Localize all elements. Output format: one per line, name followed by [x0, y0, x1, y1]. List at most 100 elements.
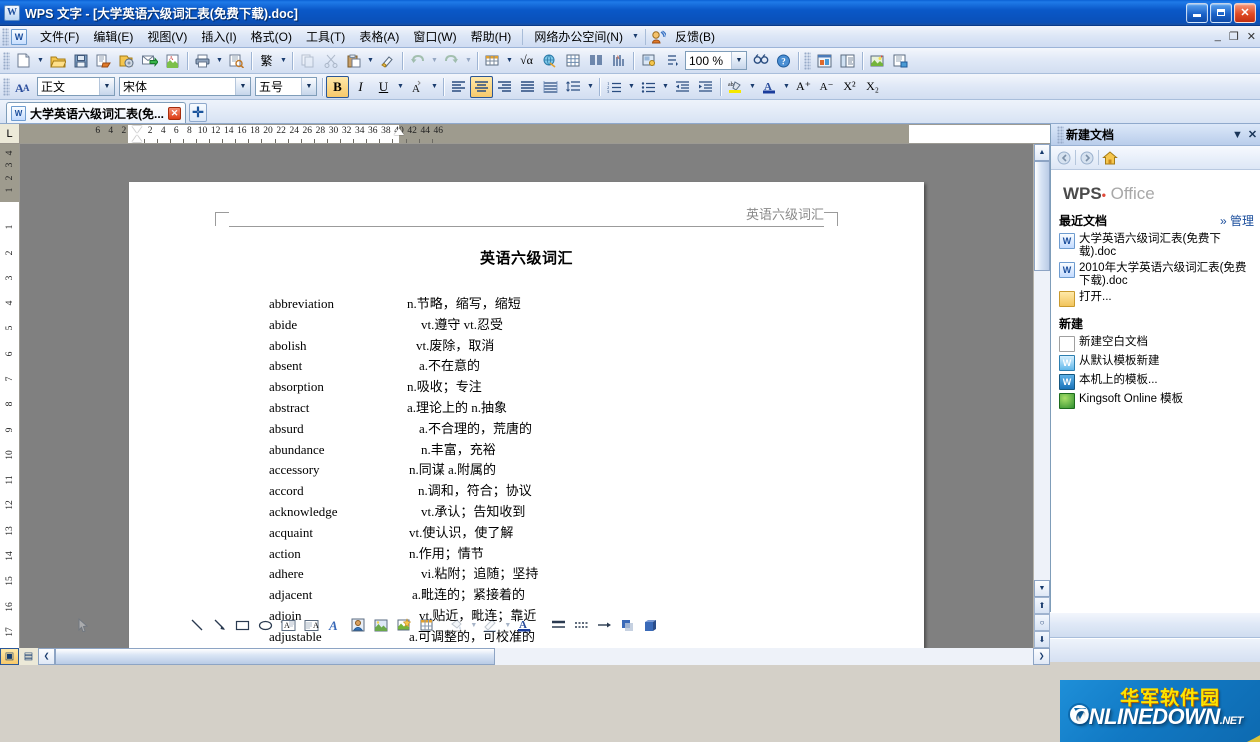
insert-diagram-tool[interactable] [346, 614, 369, 636]
numbered-list-dropdown-icon[interactable]: ▼ [626, 76, 637, 98]
menu-window[interactable]: 窗口(W) [406, 25, 463, 48]
vertical-text-box-tool[interactable]: A [300, 614, 323, 636]
decrease-indent-button[interactable] [671, 76, 694, 98]
menu-file[interactable]: 文件(F) [33, 25, 86, 48]
task-pane-dropdown-icon[interactable]: ▼ [1230, 129, 1245, 141]
doc-close-button[interactable]: ✕ [1247, 30, 1256, 43]
paste-dropdown-icon[interactable]: ▼ [365, 50, 376, 72]
task-pane-grip[interactable] [1057, 125, 1064, 144]
copy-button[interactable] [296, 50, 319, 72]
save-button[interactable] [69, 50, 92, 72]
redo-button[interactable] [440, 50, 463, 72]
chevron-down-icon[interactable]: ▼ [630, 26, 641, 48]
zoom-dropdown-icon[interactable]: ▼ [731, 52, 746, 69]
menu-view[interactable]: 视图(V) [140, 25, 194, 48]
undo-button[interactable] [406, 50, 429, 72]
line-style-tool[interactable] [547, 614, 570, 636]
bulleted-list-dropdown-icon[interactable]: ▼ [660, 76, 671, 98]
insert-formula-button[interactable]: √α [515, 50, 538, 72]
doc-restore-button[interactable]: ❐ [1229, 30, 1239, 43]
menu-grip[interactable] [2, 27, 9, 46]
subscript-button[interactable]: X₂ [861, 76, 884, 98]
forward-icon[interactable] [1079, 150, 1095, 166]
align-left-button[interactable] [447, 76, 470, 98]
columns-button[interactable] [584, 50, 607, 72]
oval-tool[interactable] [254, 614, 277, 636]
vocabulary-list[interactable]: abbreviation n.节略，缩写，缩短 abide vt.遵守 vt.忍受 ab… [269, 294, 924, 648]
horizontal-scroll-thumb[interactable] [55, 647, 495, 665]
line-tool[interactable] [185, 614, 208, 636]
outline-view-button[interactable]: ▤ [19, 648, 38, 665]
insert-hyperlink-button[interactable] [538, 50, 561, 72]
insert-clipart-tool[interactable] [392, 614, 415, 636]
background-button[interactable] [889, 50, 912, 72]
scroll-left-button[interactable]: ❮ [38, 647, 55, 665]
document-tab-close-button[interactable]: ✕ [168, 106, 181, 120]
rectangle-tool[interactable] [231, 614, 254, 636]
insert-grid-button[interactable] [561, 50, 584, 72]
vertical-scroll-thumb[interactable] [1034, 161, 1050, 271]
line-spacing-dropdown-icon[interactable]: ▼ [585, 76, 596, 98]
align-distribute-button[interactable] [539, 76, 562, 98]
highlight-dropdown-icon[interactable]: ▼ [747, 76, 758, 98]
hanging-indent-marker[interactable] [132, 135, 142, 142]
first-line-indent-marker[interactable] [132, 126, 142, 133]
doc-minimize-button[interactable]: _ [1215, 30, 1221, 43]
tab-stop-selector[interactable]: L [0, 124, 20, 144]
task-pane-item[interactable]: 打开... [1059, 291, 1254, 307]
font-color-tool[interactable]: A [513, 614, 536, 636]
send-mail-button[interactable] [138, 50, 161, 72]
back-icon[interactable] [1056, 150, 1072, 166]
select-arrow-tool[interactable] [72, 614, 95, 636]
menu-tools[interactable]: 工具(T) [299, 25, 352, 48]
next-page-button[interactable]: ⬇ [1034, 630, 1050, 648]
format-toolbar-grip[interactable] [3, 77, 10, 96]
menu-format[interactable]: 格式(O) [244, 25, 299, 48]
3d-style-tool[interactable] [639, 614, 662, 636]
menu-insert[interactable]: 插入(I) [194, 25, 243, 48]
toolbar-grip[interactable] [3, 51, 10, 70]
font-color-dropdown-icon[interactable]: ▼ [781, 76, 792, 98]
task-pane-button[interactable] [813, 50, 836, 72]
font-dropdown-icon[interactable]: ▼ [235, 78, 250, 95]
paragraph-marks-button[interactable] [660, 50, 683, 72]
menu-edit[interactable]: 编辑(E) [86, 25, 140, 48]
save-as-button[interactable] [92, 50, 115, 72]
task-pane-item[interactable]: 新建空白文档 [1059, 336, 1254, 352]
document-tab[interactable]: W 大学英语六级词汇表(免... ✕ [6, 102, 186, 123]
insert-picture-button[interactable] [866, 50, 889, 72]
page-view-button[interactable]: ▣ [0, 647, 19, 665]
cut-button[interactable] [319, 50, 342, 72]
new-document-button[interactable] [12, 50, 35, 72]
export-pdf-button[interactable]: A [161, 50, 184, 72]
toolbar-grip-2[interactable] [804, 51, 811, 70]
window-minimize-button[interactable] [1186, 2, 1208, 23]
window-close-button[interactable]: ✕ [1234, 2, 1256, 23]
fill-color-dropdown-icon[interactable]: ▼ [468, 614, 479, 636]
arrow-style-tool[interactable] [593, 614, 616, 636]
traditional-chinese-button[interactable]: 繁 [255, 50, 278, 72]
font-color-button[interactable]: A [758, 76, 781, 98]
arrow-tool[interactable] [208, 614, 231, 636]
task-pane-close-button[interactable]: ✕ [1245, 128, 1260, 141]
previous-page-button[interactable]: ⬆ [1034, 596, 1050, 614]
text-box-tool[interactable]: A [277, 614, 300, 636]
style-dropdown-icon[interactable]: ▼ [99, 78, 114, 95]
insert-picture-tool[interactable] [369, 614, 392, 636]
insert-table-dropdown-icon[interactable]: ▼ [504, 50, 515, 72]
superscript-button[interactable]: X² [838, 76, 861, 98]
new-tab-button[interactable]: ✛ [189, 103, 207, 122]
align-center-button[interactable] [470, 75, 493, 98]
document-page[interactable]: 英语六级词汇 英语六级词汇 abbreviation n.节略，缩写，缩短 abid… [129, 182, 924, 648]
highlight-button[interactable]: ab [724, 76, 747, 98]
shrink-font-button[interactable]: A⁻ [815, 76, 838, 98]
print-preview-button[interactable] [225, 50, 248, 72]
bulleted-list-button[interactable] [637, 76, 660, 98]
menu-cloud-office[interactable]: 网络办公空间(N) [527, 25, 630, 48]
task-pane-item[interactable]: W 从默认模板新建 [1059, 355, 1254, 371]
document-canvas[interactable]: 英语六级词汇 英语六级词汇 abbreviation n.节略，缩写，缩短 abid… [20, 144, 1033, 648]
manage-link[interactable]: » 管理 [1220, 212, 1254, 229]
undo-dropdown-icon[interactable]: ▼ [429, 50, 440, 72]
dash-style-tool[interactable] [570, 614, 593, 636]
zoom-combo[interactable]: 100 % ▼ [685, 51, 747, 70]
